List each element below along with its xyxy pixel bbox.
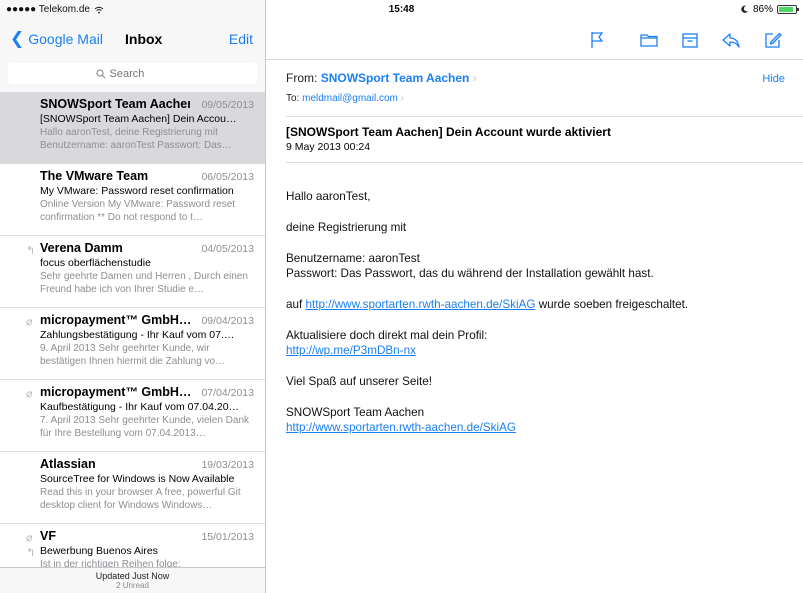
message-sender: SNOWSport Team Aachen bbox=[40, 97, 190, 111]
message-row[interactable]: ⌀ ↰ VF 15/01/2013 Bewerbung Buenos Aires… bbox=[0, 524, 265, 567]
message-row[interactable]: ⌀ micropayment™ GmbH… 07/04/2013 Kaufbes… bbox=[0, 380, 265, 452]
sportarten-link[interactable]: http://www.sportarten.rwth-aachen.de/Ski… bbox=[306, 298, 536, 311]
message-list: SNOWSport Team Aachen 09/05/2013 [SNOWSp… bbox=[0, 92, 265, 567]
message-sender: VF bbox=[40, 529, 56, 543]
message-date: 06/05/2013 bbox=[201, 171, 254, 183]
replied-icon: ↰ bbox=[26, 547, 36, 559]
to-row: To: meldmail@gmail.com › bbox=[286, 93, 404, 104]
from-label: From: bbox=[286, 71, 318, 85]
body-line: deine Registrierung mit bbox=[286, 221, 407, 234]
to-label: To: bbox=[286, 93, 300, 104]
mailbox-title: Inbox bbox=[125, 31, 163, 47]
body-activation: auf http://www.sportarten.rwth-aachen.de… bbox=[286, 297, 791, 312]
message-body: Hallo aaronTest, deine Registrierung mit… bbox=[286, 189, 791, 451]
search-input[interactable] bbox=[109, 67, 170, 80]
body-fun: Viel Spaß auf unserer Seite! bbox=[286, 375, 432, 388]
flag-icon bbox=[591, 32, 604, 48]
message-date: 09/04/2013 bbox=[201, 315, 254, 327]
back-label: Google Mail bbox=[28, 31, 103, 47]
body-greeting: Hallo aaronTest, bbox=[286, 190, 371, 203]
hide-details-button[interactable]: Hide bbox=[762, 73, 785, 85]
message-subject: Kaufbestätigung - Ihr Kauf vom 07.04.20… bbox=[40, 401, 240, 413]
flag-button[interactable] bbox=[586, 29, 608, 51]
message-row[interactable]: The VMware Team 06/05/2013 My VMware: Pa… bbox=[0, 164, 265, 236]
edit-button[interactable]: Edit bbox=[229, 31, 253, 47]
mail-app: ❮ Google Mail Inbox Edit SNOWSport Team … bbox=[0, 0, 803, 593]
divider bbox=[286, 116, 803, 117]
message-preview: Hallo aaronTest, deine Registrierung mit… bbox=[40, 127, 232, 151]
mailbox-sidebar: ❮ Google Mail Inbox Edit SNOWSport Team … bbox=[0, 0, 266, 593]
reply-icon bbox=[722, 33, 740, 48]
body-password: Passwort: Das Passwort, das du während d… bbox=[286, 267, 654, 280]
signature-name: SNOWSport Team Aachen bbox=[286, 406, 425, 419]
move-to-folder-button[interactable] bbox=[638, 29, 660, 51]
body-prefix: auf bbox=[286, 298, 303, 311]
chevron-left-icon: ❮ bbox=[10, 29, 25, 48]
back-button[interactable]: ❮ Google Mail bbox=[10, 29, 103, 48]
message-row[interactable]: ⌀ micropayment™ GmbH… 09/04/2013 Zahlung… bbox=[0, 308, 265, 380]
message-preview: 7. April 2013 Sehr geehrter Kunde, viele… bbox=[40, 415, 250, 439]
attachment-icon: ⌀ bbox=[26, 388, 33, 400]
body-credentials: Benutzername: aaronTest Passwort: Das Pa… bbox=[286, 251, 791, 281]
message-subject: Bewerbung Buenos Aires bbox=[40, 545, 158, 557]
message-subject: SourceTree for Windows is Now Available bbox=[40, 473, 235, 485]
message-preview: Sehr geehrte Damen und Herren , Durch ei… bbox=[40, 271, 248, 295]
attachment-icon: ⌀ bbox=[26, 532, 33, 544]
message-date: 15/01/2013 bbox=[201, 531, 254, 543]
message-sender: Verena Damm bbox=[40, 241, 123, 255]
message-preview: Read this in your browser A free, powerf… bbox=[40, 487, 241, 511]
message-row[interactable]: ↰ Verena Damm 04/05/2013 focus oberfläch… bbox=[0, 236, 265, 308]
message-sender: The VMware Team bbox=[40, 169, 149, 183]
recipient-address[interactable]: meldmail@gmail.com bbox=[302, 93, 398, 104]
mailbox-status-footer: Updated Just Now 2 Unread bbox=[0, 567, 265, 593]
body-profile: Aktualisiere doch direkt mal dein Profil… bbox=[286, 328, 791, 358]
message-preview: Online Version My VMware: Password reset… bbox=[40, 199, 236, 223]
search-bar bbox=[0, 60, 265, 88]
message-row[interactable]: SNOWSport Team Aachen 09/05/2013 [SNOWSp… bbox=[0, 92, 265, 164]
update-status: Updated Just Now bbox=[95, 571, 170, 581]
body-signature: SNOWSport Team Aachen http://www.sportar… bbox=[286, 405, 791, 435]
message-subject: [SNOWSport Team Aachen] Dein Accou… bbox=[40, 113, 237, 125]
message-date: 09/05/2013 bbox=[201, 99, 254, 111]
reply-button[interactable] bbox=[720, 29, 742, 51]
chevron-right-icon: › bbox=[400, 93, 404, 104]
message-preview: Ist in der richtigen Reihen folge: bbox=[40, 559, 181, 567]
archive-icon bbox=[682, 33, 698, 48]
folder-icon bbox=[640, 34, 658, 47]
compose-button[interactable] bbox=[762, 29, 784, 51]
from-row: From: SNOWSport Team Aachen › bbox=[286, 71, 477, 85]
sender-name[interactable]: SNOWSport Team Aachen bbox=[321, 71, 470, 85]
archive-button[interactable] bbox=[679, 29, 701, 51]
message-row[interactable]: Atlassian 19/03/2013 SourceTree for Wind… bbox=[0, 452, 265, 524]
message-preview: 9. April 2013 Sehr geehrter Kunde, wir b… bbox=[40, 343, 226, 367]
signature-link[interactable]: http://www.sportarten.rwth-aachen.de/Ski… bbox=[286, 421, 516, 434]
message-sender: Atlassian bbox=[40, 457, 96, 471]
search-field[interactable] bbox=[8, 63, 257, 84]
search-icon bbox=[95, 68, 105, 78]
chevron-right-icon: › bbox=[472, 71, 477, 85]
body-activated-text: wurde soeben freigeschaltet. bbox=[538, 298, 689, 311]
message-date: 07/04/2013 bbox=[201, 387, 254, 399]
body-username: Benutzername: aaronTest bbox=[286, 252, 420, 265]
message-subject: Zahlungsbestätigung - Ihr Kauf vom 07.… bbox=[40, 329, 235, 341]
body-update-profile: Aktualisiere doch direkt mal dein Profil… bbox=[286, 329, 488, 342]
message-sender: micropayment™ GmbH… bbox=[40, 385, 190, 399]
unread-count: 2 Unread bbox=[116, 581, 149, 590]
message-sender: micropayment™ GmbH… bbox=[40, 313, 190, 327]
message-date: 04/05/2013 bbox=[201, 243, 254, 255]
replied-icon: ↰ bbox=[26, 245, 36, 257]
message-subject-title: [SNOWSport Team Aachen] Dein Account wur… bbox=[286, 125, 611, 139]
message-detail: From: SNOWSport Team Aachen › Hide To: m… bbox=[266, 0, 803, 593]
message-subject: My VMware: Password reset confirmation bbox=[40, 185, 234, 197]
profile-link[interactable]: http://wp.me/P3mDBn-nx bbox=[286, 344, 416, 357]
divider bbox=[286, 162, 803, 163]
sidebar-nav-bar: ❮ Google Mail Inbox Edit bbox=[0, 20, 265, 60]
message-subject: focus oberflächenstudie bbox=[40, 257, 151, 269]
message-date-detail: 9 May 2013 00:24 bbox=[286, 141, 371, 153]
compose-icon bbox=[765, 32, 782, 48]
attachment-icon: ⌀ bbox=[26, 316, 33, 328]
message-date: 19/03/2013 bbox=[201, 459, 254, 471]
message-toolbar bbox=[266, 20, 803, 60]
